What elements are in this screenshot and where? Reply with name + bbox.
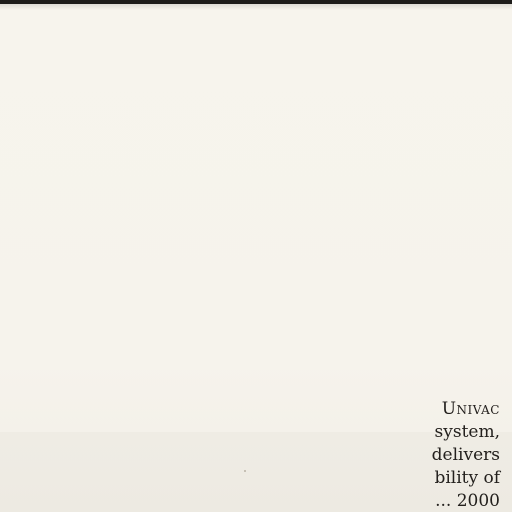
body-text-fragment: Univac system, delivers bility of ... 20…: [300, 398, 500, 512]
paper-speck: [244, 470, 246, 472]
text-line-univac: Univac: [441, 399, 500, 419]
document-page: Univac system, delivers bility of ... 20…: [0, 0, 512, 512]
text-line-bility: bility of: [434, 468, 500, 488]
text-line-cutoff: ... 2000: [435, 491, 500, 511]
top-edge-shadow: [0, 4, 512, 10]
text-line-delivers: delivers: [431, 445, 500, 465]
text-line-system: system,: [434, 422, 500, 442]
